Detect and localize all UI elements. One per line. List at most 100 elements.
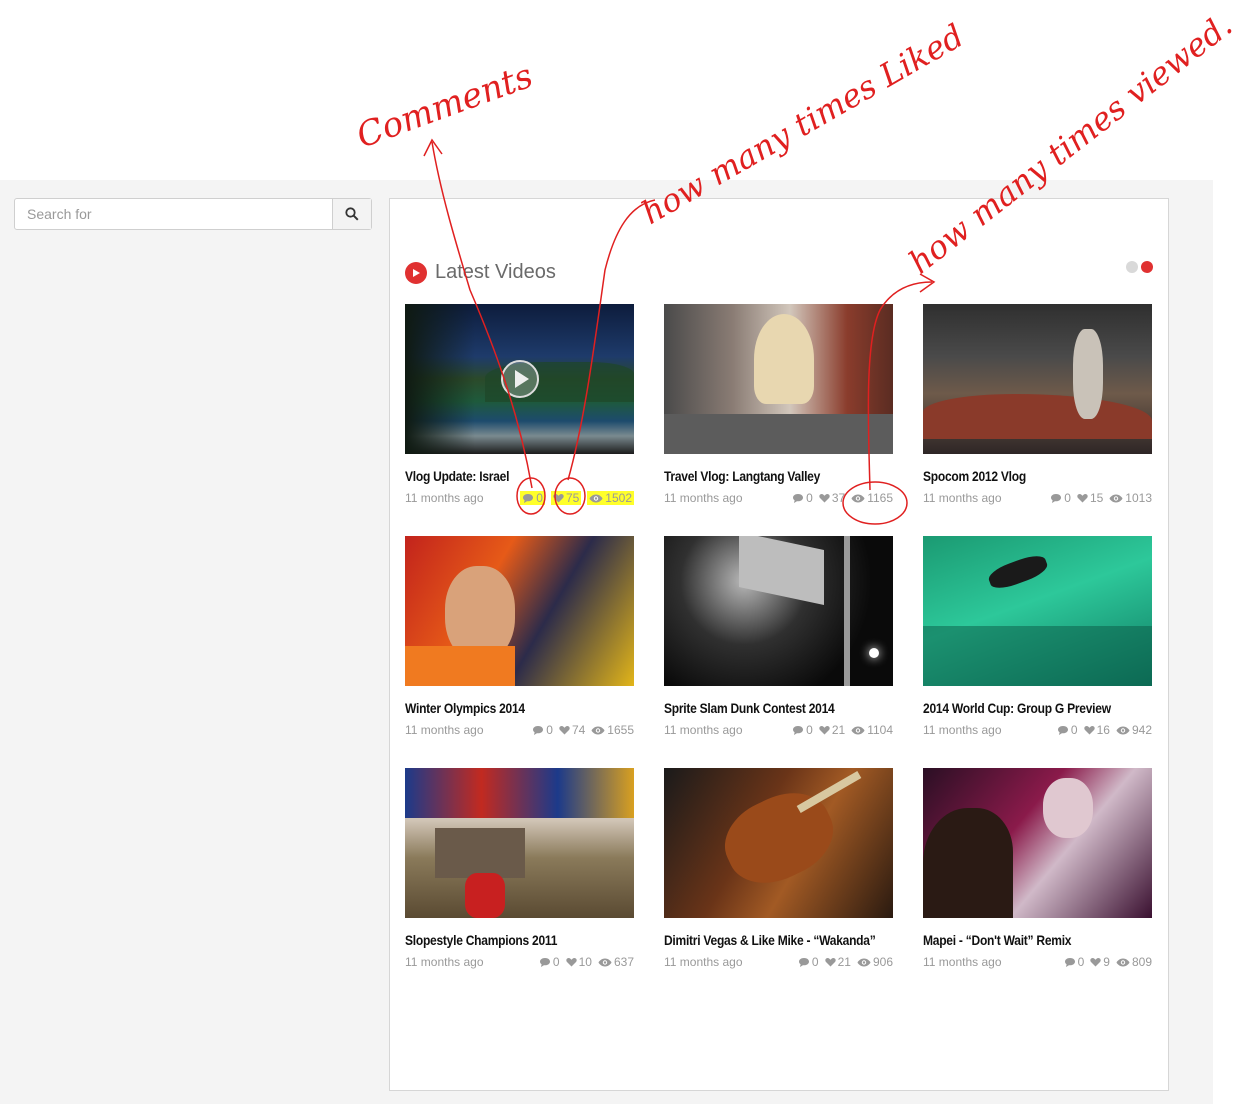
video-thumbnail[interactable]: [664, 536, 893, 686]
views-stat: 1655: [591, 723, 634, 737]
comment-icon: [793, 493, 804, 503]
video-card: Travel Vlog: Langtang Valley 11 months a…: [664, 304, 893, 536]
comment-icon: [798, 957, 809, 967]
video-title[interactable]: Vlog Update: Israel: [405, 467, 602, 485]
video-thumbnail[interactable]: [405, 768, 634, 918]
heart-icon: [1077, 494, 1088, 503]
video-age: 11 months ago: [664, 955, 743, 969]
heart-icon: [559, 726, 570, 735]
video-title[interactable]: Slopestyle Champions 2011: [405, 931, 602, 949]
comments-stat: 0: [1057, 723, 1078, 737]
views-stat: 1502: [587, 491, 634, 505]
views-stat: 942: [1116, 723, 1152, 737]
eye-icon: [857, 958, 871, 966]
video-meta: 11 months ago 0 21 906: [664, 954, 893, 970]
video-title[interactable]: Dimitri Vegas & Like Mike - “Wakanda”: [664, 931, 876, 949]
comment-icon: [1064, 957, 1075, 967]
video-meta: 11 months ago 0 15 1013: [923, 490, 1152, 506]
likes-stat: 9: [1090, 955, 1110, 969]
video-stats: 0 75 1502: [520, 491, 634, 505]
video-stats: 0 21 1104: [792, 723, 893, 737]
eye-icon: [1109, 494, 1123, 502]
search-box: [14, 198, 372, 230]
video-age: 11 months ago: [664, 723, 743, 737]
heart-icon: [565, 958, 577, 967]
video-thumbnail[interactable]: [405, 304, 634, 454]
video-card: Sprite Slam Dunk Contest 2014 11 months …: [664, 536, 893, 768]
video-thumbnail[interactable]: [405, 536, 634, 686]
video-title[interactable]: Sprite Slam Dunk Contest 2014: [664, 699, 861, 717]
eye-icon: [851, 726, 865, 734]
likes-stat: 16: [1083, 723, 1110, 737]
video-thumbnail[interactable]: [923, 768, 1152, 918]
likes-stat: 21: [819, 723, 845, 737]
views-stat: 1104: [851, 723, 893, 737]
video-stats: 0 15 1013: [1050, 491, 1152, 505]
search-button[interactable]: [332, 199, 371, 229]
video-card: Dimitri Vegas & Like Mike - “Wakanda” 11…: [664, 768, 893, 1000]
video-thumbnail[interactable]: [923, 304, 1152, 454]
comments-stat: 0: [520, 491, 545, 505]
video-title[interactable]: Spocom 2012 Vlog: [923, 467, 1120, 485]
video-meta: 11 months ago 0 10 637: [405, 954, 634, 970]
video-grid: Vlog Update: Israel 11 months ago 0 75 1…: [405, 304, 1152, 1000]
heart-icon: [819, 494, 830, 503]
video-title[interactable]: Travel Vlog: Langtang Valley: [664, 467, 861, 485]
video-age: 11 months ago: [923, 955, 1002, 969]
carousel-pager: [1126, 261, 1153, 273]
video-card: 2014 World Cup: Group G Preview 11 month…: [923, 536, 1152, 768]
comment-icon: [533, 725, 544, 735]
play-icon: [405, 261, 427, 284]
play-overlay-icon: [501, 360, 539, 398]
search-input[interactable]: [15, 199, 332, 229]
section-title: Latest Videos: [435, 261, 556, 283]
video-thumbnail[interactable]: [923, 536, 1152, 686]
heart-icon: [553, 494, 564, 503]
likes-stat: 37: [819, 491, 845, 505]
video-card: Vlog Update: Israel 11 months ago 0 75 1…: [405, 304, 634, 536]
carousel-dot-1[interactable]: [1126, 261, 1138, 273]
video-age: 11 months ago: [923, 723, 1002, 737]
comments-stat: 0: [539, 955, 560, 969]
video-card: Winter Olympics 2014 11 months ago 0 74 …: [405, 536, 634, 768]
comment-icon: [1051, 493, 1062, 503]
video-age: 11 months ago: [405, 491, 484, 505]
comments-stat: 0: [792, 723, 813, 737]
section-header: Latest Videos: [405, 261, 556, 284]
video-stats: 0 37 1165: [792, 491, 893, 505]
comments-stat: 0: [1064, 955, 1084, 969]
eye-icon: [589, 494, 603, 502]
video-stats: 0 21 906: [798, 955, 893, 969]
video-stats: 0 9 809: [1064, 955, 1152, 969]
likes-stat: 15: [1077, 491, 1103, 505]
views-stat: 906: [857, 955, 893, 969]
comment-icon: [539, 957, 550, 967]
video-age: 11 months ago: [664, 491, 743, 505]
video-title[interactable]: Mapei - “Don't Wait” Remix: [923, 931, 1120, 949]
eye-icon: [598, 958, 612, 966]
latest-videos-panel: Latest Videos Vlog Update: Israel 11 mon…: [389, 198, 1169, 1091]
heart-icon: [824, 958, 836, 967]
views-stat: 1013: [1109, 491, 1152, 505]
comment-icon: [1057, 725, 1068, 735]
video-title[interactable]: Winter Olympics 2014: [405, 699, 602, 717]
video-title[interactable]: 2014 World Cup: Group G Preview: [923, 699, 1120, 717]
likes-stat: 21: [824, 955, 851, 969]
search-icon: [345, 207, 359, 221]
annotation-comments: Comments: [351, 56, 538, 157]
video-age: 11 months ago: [405, 955, 484, 969]
carousel-dot-2[interactable]: [1141, 261, 1153, 273]
video-meta: 11 months ago 0 16 942: [923, 722, 1152, 738]
video-age: 11 months ago: [405, 723, 484, 737]
video-age: 11 months ago: [923, 491, 1002, 505]
comment-icon: [523, 493, 534, 503]
video-stats: 0 74 1655: [532, 723, 634, 737]
video-stats: 0 16 942: [1057, 723, 1152, 737]
video-thumbnail[interactable]: [664, 768, 893, 918]
eye-icon: [1116, 726, 1130, 734]
comments-stat: 0: [798, 955, 819, 969]
video-thumbnail[interactable]: [664, 304, 893, 454]
video-card: Slopestyle Champions 2011 11 months ago …: [405, 768, 634, 1000]
comments-stat: 0: [792, 491, 813, 505]
likes-stat: 75: [550, 491, 582, 505]
